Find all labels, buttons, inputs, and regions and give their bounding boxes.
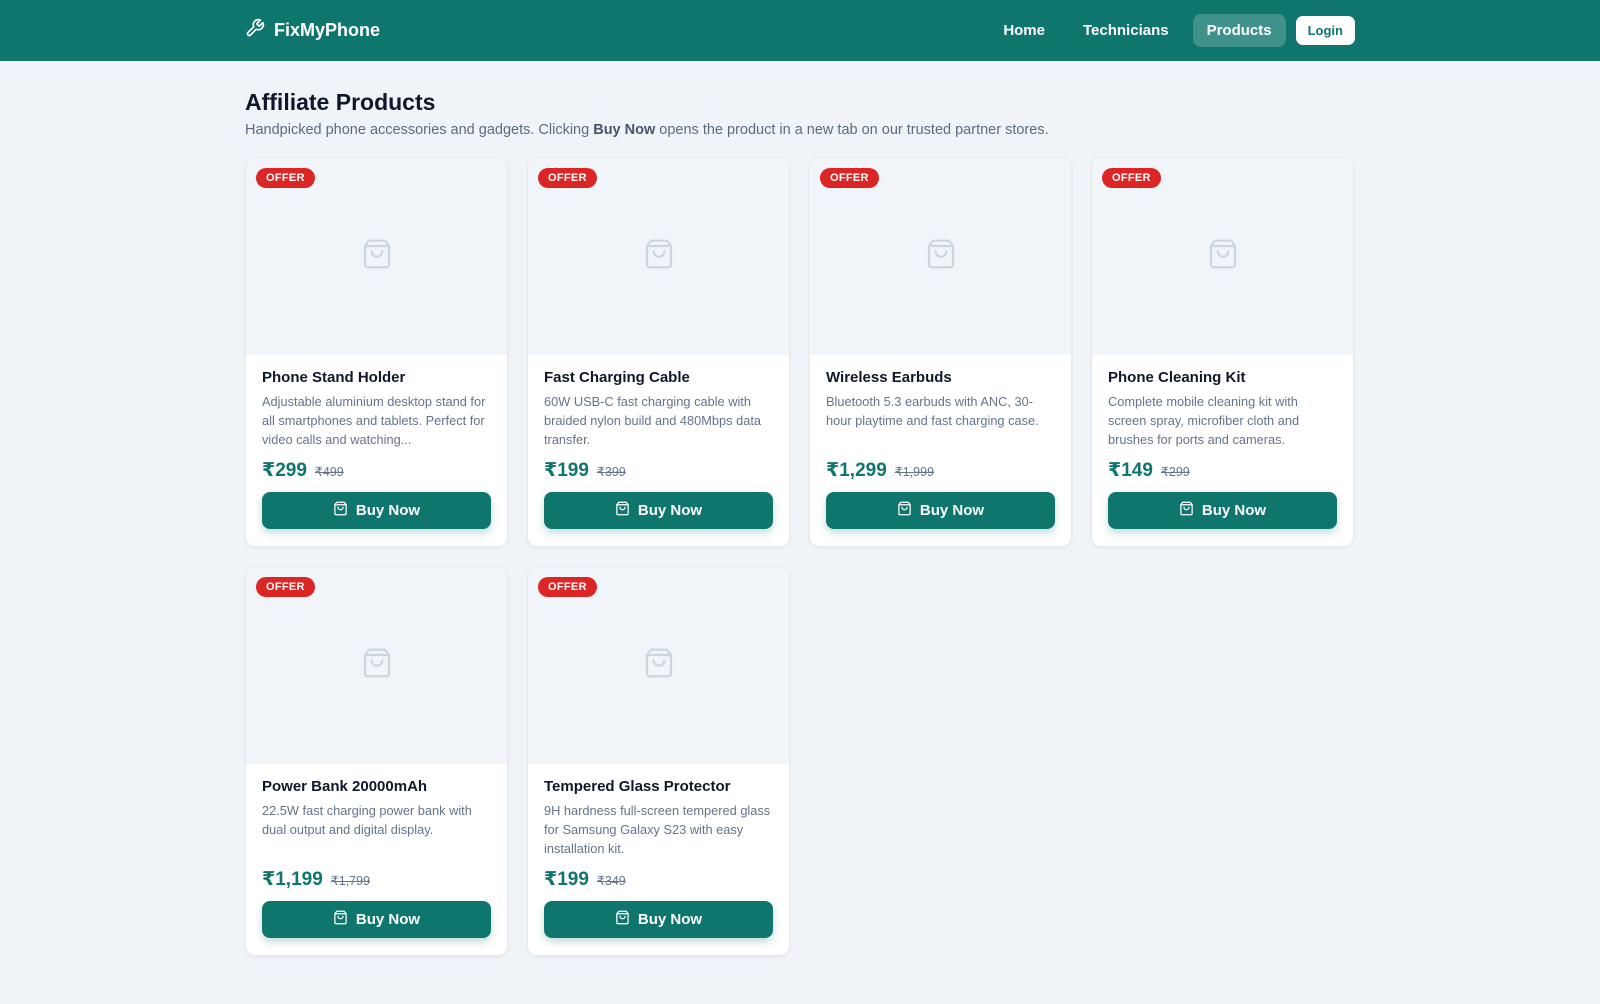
product-price: ₹1,299 [826, 460, 887, 481]
offer-badge: OFFER [820, 168, 879, 188]
product-description: 9H hardness full-screen tempered glass f… [544, 803, 771, 856]
offer-badge: OFFER [256, 168, 315, 188]
offer-badge: OFFER [1102, 168, 1161, 188]
product-details: Wireless Earbuds Bluetooth 5.3 earbuds w… [810, 355, 1071, 546]
page-subtitle: Handpicked phone accessories and gadgets… [245, 122, 1355, 138]
product-image[interactable]: OFFER [246, 567, 507, 764]
product-details: Fast Charging Cable 60W USB-C fast charg… [528, 355, 789, 546]
subtitle-bold-text: Buy Now [593, 122, 656, 138]
shopping-bag-icon [643, 647, 675, 684]
navbar-inner: FixMyPhone Home Technicians Products Log… [245, 0, 1355, 61]
product-image[interactable]: OFFER [810, 158, 1071, 355]
product-name: Phone Cleaning Kit [1108, 369, 1246, 386]
price-row: ₹199 ₹399 [544, 459, 773, 482]
product-card: OFFER Power Bank 20000mAh 22.5W fast cha… [245, 566, 508, 956]
shopping-bag-icon [333, 501, 348, 520]
product-details: Tempered Glass Protector 9H hardness ful… [528, 764, 789, 955]
offer-badge: OFFER [538, 577, 597, 597]
offer-badge: OFFER [256, 577, 315, 597]
product-image[interactable]: OFFER [528, 567, 789, 764]
wrench-icon [245, 18, 265, 43]
buy-now-label: Buy Now [919, 502, 985, 519]
original-price: ₹1,799 [330, 874, 371, 888]
product-name: Tempered Glass Protector [544, 778, 731, 795]
buy-now-label: Buy Now [1201, 502, 1267, 519]
product-image[interactable]: OFFER [1092, 158, 1353, 355]
shopping-bag-icon [897, 501, 912, 520]
shopping-bag-icon [361, 238, 393, 275]
main-content: Affiliate Products Handpicked phone acce… [245, 61, 1355, 956]
product-description: 60W USB-C fast charging cable with braid… [544, 394, 761, 447]
subtitle-text-end: opens the product in a new tab on our tr… [655, 122, 1049, 138]
subtitle-text-start: Handpicked phone accessories and gadgets… [245, 122, 594, 138]
shopping-bag-icon [615, 501, 630, 520]
buy-now-label: Buy Now [637, 911, 703, 928]
price-row: ₹199 ₹349 [544, 868, 773, 891]
product-card: OFFER Tempered Glass Protector 9H hardne… [527, 566, 790, 956]
buy-now-label: Buy Now [355, 502, 421, 519]
page-title: Affiliate Products [245, 89, 436, 115]
buy-now-button[interactable]: Buy Now [826, 492, 1055, 529]
product-details: Power Bank 20000mAh 22.5W fast charging … [246, 764, 507, 955]
buy-now-button[interactable]: Buy Now [544, 901, 773, 938]
product-name: Power Bank 20000mAh [262, 778, 428, 795]
nav-link-products[interactable]: Products [1192, 14, 1286, 47]
buy-now-button[interactable]: Buy Now [262, 901, 491, 938]
buy-now-label: Buy Now [355, 911, 421, 928]
price-row: ₹1,199 ₹1,799 [262, 868, 491, 891]
nav-link-technicians[interactable]: Technicians [1069, 14, 1183, 47]
original-price: ₹349 [596, 874, 626, 888]
product-image[interactable]: OFFER [246, 158, 507, 355]
product-grid: OFFER Phone Stand Holder Adjustable alum… [245, 157, 1355, 956]
product-image[interactable]: OFFER [528, 158, 789, 355]
product-price: ₹299 [262, 460, 307, 481]
product-price: ₹199 [544, 869, 589, 890]
price-row: ₹1,299 ₹1,999 [826, 459, 1055, 482]
product-price: ₹1,199 [262, 869, 323, 890]
buy-now-button[interactable]: Buy Now [544, 492, 773, 529]
original-price: ₹1,999 [894, 465, 935, 479]
shopping-bag-icon [615, 910, 630, 929]
shopping-bag-icon [925, 238, 957, 275]
product-description: 22.5W fast charging power bank with dual… [262, 803, 472, 837]
product-card: OFFER Fast Charging Cable 60W USB-C fast… [527, 157, 790, 547]
nav-links: Home Technicians Products Login [989, 14, 1355, 47]
top-navbar: FixMyPhone Home Technicians Products Log… [0, 0, 1600, 61]
product-details: Phone Cleaning Kit Complete mobile clean… [1092, 355, 1353, 546]
product-name: Phone Stand Holder [262, 369, 406, 386]
price-row: ₹299 ₹499 [262, 459, 491, 482]
product-price: ₹199 [544, 460, 589, 481]
product-description: Bluetooth 5.3 earbuds with ANC, 30-hour … [826, 394, 1039, 428]
brand-logo[interactable]: FixMyPhone [245, 18, 380, 43]
product-description: Complete mobile cleaning kit with screen… [1108, 394, 1300, 447]
shopping-bag-icon [643, 238, 675, 275]
product-price: ₹149 [1108, 460, 1153, 481]
product-description: Adjustable aluminium desktop stand for a… [262, 394, 486, 447]
offer-badge: OFFER [538, 168, 597, 188]
brand-name: FixMyPhone [274, 20, 381, 40]
nav-link-home[interactable]: Home [989, 14, 1059, 47]
shopping-bag-icon [361, 647, 393, 684]
original-price: ₹399 [596, 465, 626, 479]
login-button[interactable]: Login [1295, 16, 1355, 45]
price-row: ₹149 ₹299 [1108, 459, 1337, 482]
buy-now-button[interactable]: Buy Now [1108, 492, 1337, 529]
buy-now-label: Buy Now [637, 502, 703, 519]
shopping-bag-icon [1179, 501, 1194, 520]
product-card: OFFER Wireless Earbuds Bluetooth 5.3 ear… [809, 157, 1072, 547]
product-details: Phone Stand Holder Adjustable aluminium … [246, 355, 507, 546]
product-card: OFFER Phone Stand Holder Adjustable alum… [245, 157, 508, 547]
original-price: ₹499 [314, 465, 344, 479]
shopping-bag-icon [333, 910, 348, 929]
product-name: Wireless Earbuds [826, 369, 952, 386]
buy-now-button[interactable]: Buy Now [262, 492, 491, 529]
shopping-bag-icon [1207, 238, 1239, 275]
original-price: ₹299 [1160, 465, 1190, 479]
product-name: Fast Charging Cable [544, 369, 690, 386]
product-card: OFFER Phone Cleaning Kit Complete mobile… [1091, 157, 1354, 547]
